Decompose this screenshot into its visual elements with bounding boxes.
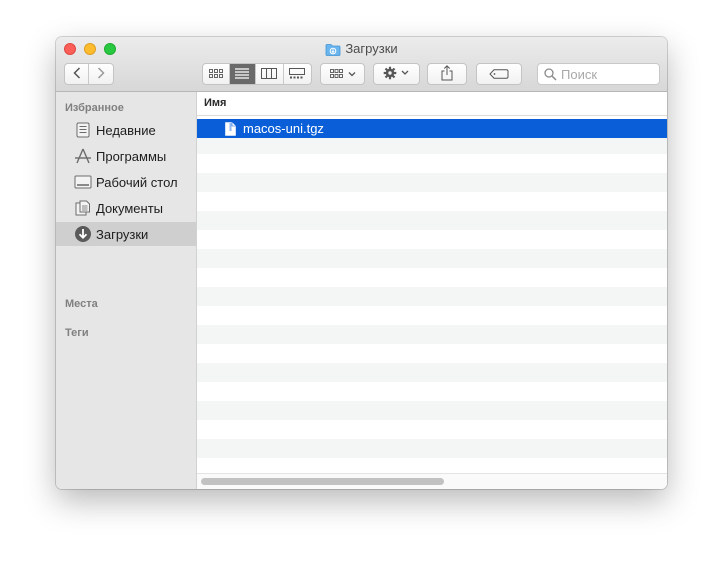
column-header-name[interactable]: Имя — [197, 92, 667, 116]
group-by-button[interactable] — [320, 63, 365, 85]
file-rows: macos-uni.tgz — [197, 116, 667, 473]
sidebar-item-documents[interactable]: Документы — [56, 196, 196, 220]
sidebar-item-desktop[interactable]: Рабочий стол — [56, 170, 196, 194]
gear-icon — [383, 66, 411, 83]
file-name: macos-uni.tgz — [243, 121, 324, 136]
column-header-label: Имя — [204, 97, 227, 109]
sidebar-item-label: Документы — [96, 200, 164, 216]
sidebar-item-label: Недавние — [96, 122, 156, 138]
recents-icon — [74, 121, 92, 139]
search-placeholder: Поиск — [561, 67, 598, 82]
grid-icon — [208, 67, 223, 82]
sidebar-item-label: Рабочий стол — [96, 174, 178, 190]
gallery-icon — [289, 67, 306, 82]
file-list: Имя macos-uni.tgz — [197, 92, 667, 489]
sidebar-item-label: Загрузки — [96, 226, 149, 242]
nav-buttons — [64, 63, 114, 85]
sidebar-header-tags: Теги — [65, 327, 89, 339]
downloads-folder-icon — [325, 43, 341, 60]
sidebar-header-favorites: Избранное — [65, 102, 124, 114]
desktop-icon — [74, 173, 92, 191]
sidebar-item-downloads[interactable]: Загрузки — [56, 222, 196, 246]
chevron-left-icon — [72, 66, 81, 82]
sidebar-item-applications[interactable]: Программы — [56, 144, 196, 168]
column-view-button[interactable] — [256, 64, 284, 84]
columns-icon — [261, 67, 278, 82]
gallery-view-button[interactable] — [284, 64, 311, 84]
action-button[interactable] — [373, 63, 420, 85]
applications-icon — [74, 147, 92, 165]
search-field[interactable]: Поиск — [537, 63, 660, 85]
sidebar-header-places: Места — [65, 298, 98, 310]
list-view-button[interactable] — [229, 64, 257, 84]
toolbar: Загрузки Поиск — [56, 37, 667, 92]
finder-window: Загрузки Поиск Избранное Недавние Програ… — [56, 37, 667, 489]
sidebar-item-recents[interactable]: Недавние — [56, 118, 196, 142]
window-title-text: Загрузки — [345, 41, 398, 56]
search-icon — [544, 68, 557, 84]
back-button[interactable] — [65, 64, 90, 84]
horizontal-scrollbar[interactable] — [197, 473, 667, 489]
group-icon — [329, 67, 356, 82]
sidebar-item-label: Программы — [96, 148, 167, 164]
documents-icon — [74, 199, 92, 217]
downloads-icon — [74, 225, 92, 243]
share-button[interactable] — [427, 63, 467, 85]
scrollbar-thumb[interactable] — [201, 478, 444, 485]
share-icon — [440, 64, 454, 84]
file-icon — [225, 121, 236, 136]
sidebar: Избранное Недавние Программы Рабочий сто… — [56, 92, 197, 489]
view-switcher — [202, 63, 312, 85]
list-icon — [235, 67, 250, 82]
chevron-right-icon — [97, 66, 105, 82]
tag-icon — [489, 67, 509, 82]
file-row[interactable]: macos-uni.tgz — [197, 119, 667, 138]
window-title: Загрузки — [56, 41, 667, 60]
edit-tags-button[interactable] — [476, 63, 522, 85]
icon-view-button[interactable] — [203, 64, 230, 84]
forward-button[interactable] — [89, 64, 113, 84]
